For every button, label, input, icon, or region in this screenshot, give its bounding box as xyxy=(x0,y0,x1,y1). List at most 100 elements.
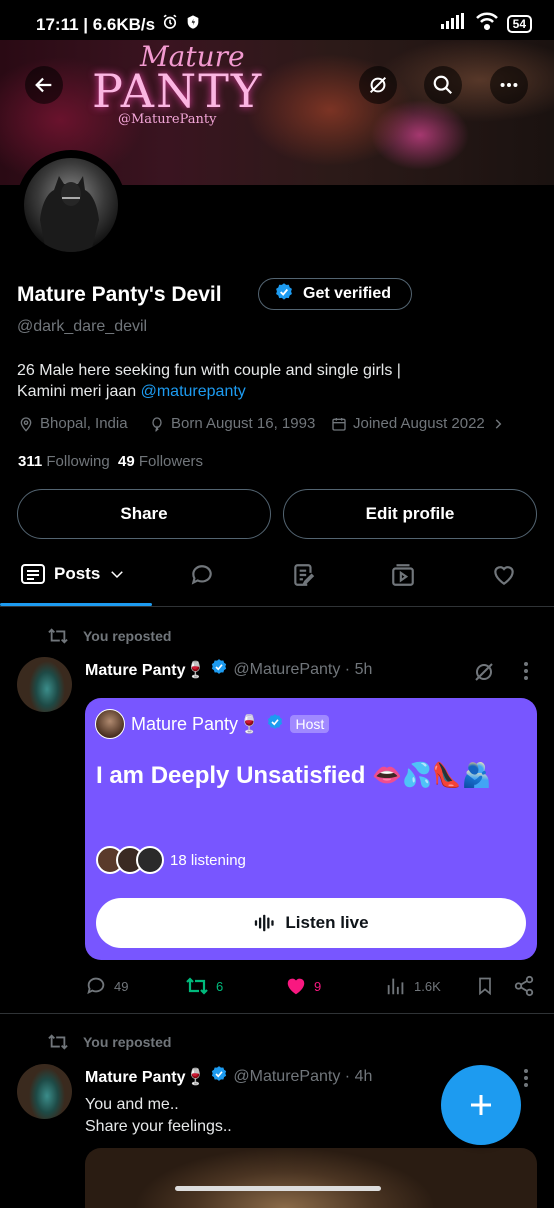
chevron-down-icon xyxy=(111,571,124,579)
wifi-icon xyxy=(475,12,499,35)
bookmark-button[interactable] xyxy=(475,975,495,997)
grok-icon xyxy=(369,76,387,94)
space-card[interactable]: Mature Panty🍷 Host I am Deeply Unsatisfi… xyxy=(85,698,537,960)
post-media-image[interactable] xyxy=(85,1148,537,1208)
following-count: 311 xyxy=(18,453,43,470)
post-more-icon[interactable] xyxy=(522,660,530,687)
more-button[interactable] xyxy=(490,66,528,104)
verified-badge-icon xyxy=(210,1065,228,1088)
tab-posts[interactable]: Posts xyxy=(20,562,126,586)
status-time: 17:11 | 6.6KB/s xyxy=(36,14,156,34)
chevron-right-icon xyxy=(495,418,502,429)
reply-icon xyxy=(87,977,105,995)
back-button[interactable] xyxy=(25,66,63,104)
edit-profile-button[interactable]: Edit profile xyxy=(283,489,537,539)
share-button[interactable]: Share xyxy=(17,489,271,539)
views-count: 1.6K xyxy=(414,978,441,994)
following-label: Following xyxy=(46,453,110,470)
repost-label: You reposted xyxy=(83,628,172,644)
joined-text: Joined August 2022 xyxy=(353,415,485,432)
tab-articles[interactable] xyxy=(291,562,317,593)
repost-indicator: You reposted xyxy=(47,626,171,646)
posts-list-icon xyxy=(21,564,45,584)
post-handle-time: @MaturePanty · 4h xyxy=(233,1067,373,1085)
shield-icon xyxy=(185,13,201,36)
space-title: I am Deeply Unsatisfied 👄💦👠🫂 xyxy=(96,762,492,789)
birthday-text: Born August 16, 1993 xyxy=(171,415,316,432)
bio-line-1: 26 Male here seeking fun with couple and… xyxy=(17,362,401,379)
listener-avatars xyxy=(96,846,164,874)
reply-count: 49 xyxy=(114,978,129,994)
views-button[interactable]: 1.6K xyxy=(385,975,441,997)
tabs-divider xyxy=(0,606,554,607)
gesture-home-bar[interactable] xyxy=(175,1186,381,1191)
listening-count: 18 listening xyxy=(170,851,246,869)
post-author-name[interactable]: Mature Panty🍷 xyxy=(85,660,205,680)
calendar-icon xyxy=(332,417,346,431)
speech-bubble-icon xyxy=(191,565,212,585)
post-text-line-2: Share your feelings.. xyxy=(85,1118,232,1135)
verified-badge-icon xyxy=(266,713,284,736)
arrow-left-icon xyxy=(35,77,52,93)
banner-logo-handle: @MaturePanty xyxy=(118,112,217,127)
followers-count: 49 xyxy=(118,453,135,470)
balloon-icon xyxy=(152,416,162,432)
post-text-line-1: You and me.. xyxy=(85,1096,179,1113)
tab-media[interactable] xyxy=(390,562,416,593)
space-listeners: 18 listening xyxy=(96,846,246,874)
profile-birthday: Born August 16, 1993 xyxy=(149,415,315,432)
like-button[interactable]: 9 xyxy=(285,975,321,997)
profile-location: Bhopal, India xyxy=(18,415,128,432)
tab-posts-label: Posts xyxy=(54,564,101,583)
profile-avatar[interactable] xyxy=(16,150,126,260)
grok-button[interactable] xyxy=(359,66,397,104)
profile-joined[interactable]: Joined August 2022 xyxy=(331,415,505,432)
share-post-button[interactable] xyxy=(513,975,535,997)
repost-label: You reposted xyxy=(83,1034,172,1050)
bio-mention-link[interactable]: @maturepanty xyxy=(141,383,246,400)
post-author-avatar[interactable] xyxy=(17,1064,72,1119)
search-icon xyxy=(433,75,453,95)
location-text: Bhopal, India xyxy=(40,415,128,432)
listen-live-label: Listen live xyxy=(285,913,369,932)
space-host-row: Mature Panty🍷 Host xyxy=(95,709,330,739)
search-button[interactable] xyxy=(424,66,462,104)
profile-name: Mature Panty's Devil xyxy=(17,283,222,306)
space-host-name: Mature Panty🍷 xyxy=(131,713,261,734)
signal-icon xyxy=(440,13,467,34)
tab-likes[interactable] xyxy=(491,562,517,593)
views-chart-icon xyxy=(387,978,404,995)
repost-icon xyxy=(48,628,68,644)
banner-logo-main: PANTY xyxy=(92,64,264,118)
article-edit-icon xyxy=(294,564,315,587)
post-header: Mature Panty🍷 @MaturePanty · 4h xyxy=(85,1065,372,1088)
post-author-name[interactable]: Mature Panty🍷 xyxy=(85,1067,205,1087)
followers-link[interactable]: 49 Followers xyxy=(118,453,203,470)
verified-badge-icon xyxy=(210,658,228,681)
bookmark-icon xyxy=(479,977,491,996)
verified-badge-icon xyxy=(274,282,294,307)
repost-count: 6 xyxy=(216,978,224,994)
repost-button[interactable]: 6 xyxy=(185,975,223,997)
bio-line-2: Kamini meri jaan xyxy=(17,383,141,400)
tab-replies[interactable] xyxy=(189,562,215,593)
post-text: You and me.. Share your feelings.. xyxy=(85,1094,232,1138)
share-icon xyxy=(514,975,534,997)
space-host-badge: Host xyxy=(290,715,330,733)
post-more-icon[interactable] xyxy=(522,1067,530,1094)
listen-live-button[interactable]: Listen live xyxy=(96,898,526,948)
post-author-avatar[interactable] xyxy=(17,657,72,712)
repost-indicator: You reposted xyxy=(47,1032,171,1052)
get-verified-button[interactable]: Get verified xyxy=(258,278,412,310)
repost-icon xyxy=(186,977,208,995)
get-verified-label: Get verified xyxy=(303,285,392,302)
post-handle-time: @MaturePanty · 5h xyxy=(233,660,373,678)
following-link[interactable]: 311 Following xyxy=(18,453,110,470)
grok-post-icon[interactable] xyxy=(472,660,496,689)
avatar-image xyxy=(24,158,118,252)
reply-button[interactable]: 49 xyxy=(85,975,128,997)
heart-icon xyxy=(494,566,514,585)
compose-post-button[interactable] xyxy=(441,1065,521,1145)
post-divider xyxy=(0,1013,554,1014)
post-actions: 49 6 9 1.6K xyxy=(85,975,540,999)
